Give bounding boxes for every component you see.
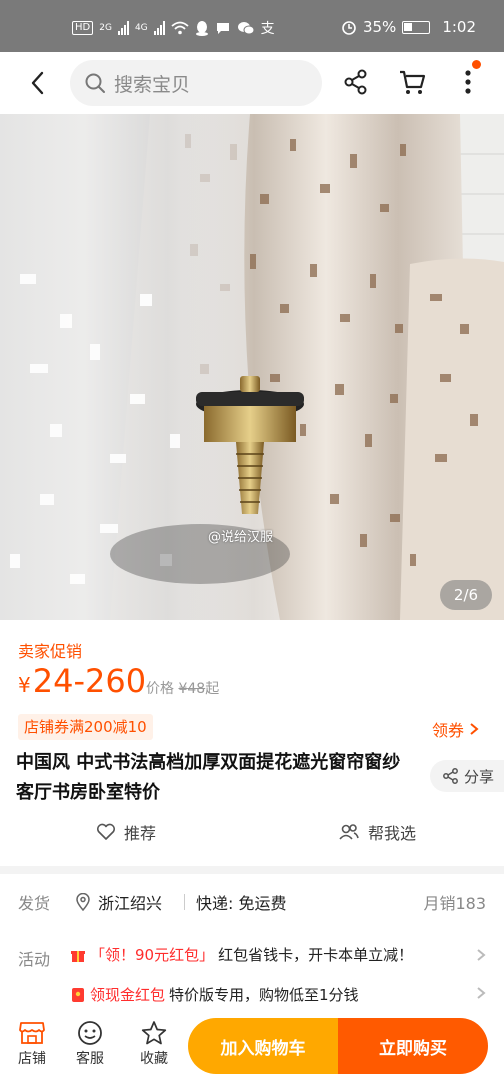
activity-text-1: 红包省钱卡，开卡本单立减！ [218, 946, 414, 964]
back-button[interactable] [22, 66, 56, 100]
qq-icon [195, 21, 208, 36]
back-icon [31, 71, 44, 95]
alipay-icon: 支 [260, 21, 275, 37]
help-pick-button[interactable]: 帮我选 [338, 820, 416, 844]
share-icon [344, 69, 367, 95]
activity-tag-1: 「领！90元红包」 [90, 946, 215, 964]
people-icon [339, 824, 359, 840]
shipping-card: 发货 浙江绍兴 快递: 免运费 月销183 活动 「领！90元红包」 红包省钱卡… [0, 874, 504, 1014]
divider [184, 894, 185, 910]
heart-icon [96, 823, 116, 840]
original-price-prefix: 价格 [146, 681, 174, 697]
search-input[interactable]: 搜索宝贝 [70, 60, 322, 106]
buy-now-button[interactable]: 立即购买 [338, 1018, 488, 1074]
promo-label: 卖家促销 [18, 642, 83, 661]
original-price-suffix: 起 [205, 681, 220, 697]
product-image-gallery[interactable]: @说给汉服 2/6 [0, 114, 504, 620]
customer-service-button[interactable]: 客服 [66, 1020, 114, 1068]
battery-icon [402, 20, 431, 34]
image-watermark: @说给汉服 [208, 530, 274, 545]
shipping-label: 发货 [18, 894, 51, 913]
share-icon [443, 768, 458, 784]
action-row: 推荐 帮我选 [0, 818, 504, 846]
price-value: 24-260 [32, 662, 147, 700]
network-chip: HD [72, 21, 94, 35]
shop-icon [19, 1022, 45, 1044]
chevron-right-icon[interactable] [474, 948, 488, 962]
activity-item-cash[interactable]: 领现金红包 特价版专用，购物低至1分钱 [70, 984, 359, 1005]
cart-button[interactable] [396, 66, 428, 98]
wifi-icon [171, 21, 189, 35]
get-coupon-button[interactable]: 领券 [432, 717, 480, 741]
shipping-location-text: 浙江绍兴 [98, 894, 163, 913]
get-coupon-label: 领券 [432, 721, 465, 740]
wechat-icon [237, 22, 255, 35]
chevron-right-icon[interactable] [474, 986, 488, 1000]
purchase-buttons: 加入购物车 立即购买 [188, 1018, 488, 1074]
location-pin-icon [76, 893, 90, 911]
signal-icon [153, 21, 165, 35]
signal-label-4g: 4G [134, 23, 148, 33]
shop-coupon-badge: 店铺券满200减10 [18, 714, 153, 740]
gift-icon [71, 950, 85, 962]
recommend-button[interactable]: 推荐 [96, 820, 156, 844]
clock: 1:02 [442, 18, 476, 36]
bottom-action-bar: 店铺 客服 收藏 加入购物车 立即购买 [0, 1012, 504, 1080]
product-title: 中国风 中式书法高档加厚双面提花遮光窗帘窗纱 客厅书房卧室特价 [16, 752, 401, 803]
favorite-button[interactable]: 收藏 [130, 1020, 178, 1068]
battery-percent: 35% [362, 18, 397, 36]
price-card: 卖家促销 ¥ 24-260 价格 ¥48起 店铺券满200减10 领券 中国风 … [0, 620, 504, 866]
share-tag-label: 分享 [464, 767, 495, 786]
add-to-cart-button[interactable]: 加入购物车 [188, 1018, 338, 1074]
activity-tag-2: 领现金红包 [90, 986, 166, 1004]
shop-label: 店铺 [18, 1051, 46, 1067]
status-bar: HD 2G 4G 支 35% 1:02 [0, 0, 504, 52]
signal-label-2g: 2G [99, 23, 112, 33]
customer-service-icon [78, 1021, 102, 1045]
message-icon [216, 23, 229, 34]
top-nav-bar: 搜索宝贝 [0, 52, 504, 114]
search-placeholder: 搜索宝贝 [114, 73, 191, 96]
share-button[interactable] [340, 66, 372, 98]
alarm-icon [342, 21, 356, 35]
favorite-label: 收藏 [140, 1051, 168, 1067]
activity-item-redpacket[interactable]: 「领！90元红包」 红包省钱卡，开卡本单立减！ [70, 944, 413, 965]
original-price: 价格 ¥48起 [146, 678, 219, 698]
notification-dot [472, 60, 481, 69]
image-counter: 2/6 [440, 580, 492, 610]
share-tag-button[interactable]: 分享 [430, 760, 504, 792]
shipping-fee: 快递: 免运费 [196, 894, 287, 913]
help-pick-label: 帮我选 [368, 824, 417, 843]
currency-symbol: ¥ [18, 673, 31, 697]
signal-icon [117, 21, 129, 35]
monthly-sales: 月销183 [423, 894, 486, 913]
original-price-value: 48 [187, 681, 206, 697]
star-icon [141, 1021, 167, 1045]
activity-text-2: 特价版专用，购物低至1分钱 [169, 986, 359, 1004]
activity-label: 活动 [18, 950, 51, 969]
search-icon [85, 73, 105, 93]
recommend-label: 推荐 [124, 824, 157, 843]
price: ¥ 24-260 [18, 662, 146, 700]
shipping-location: 浙江绍兴 [76, 890, 162, 914]
red-envelope-icon [72, 987, 84, 1002]
customer-service-label: 客服 [76, 1051, 104, 1067]
cart-icon [400, 70, 426, 94]
chevron-right-icon [470, 723, 479, 735]
shop-button[interactable]: 店铺 [8, 1020, 56, 1068]
